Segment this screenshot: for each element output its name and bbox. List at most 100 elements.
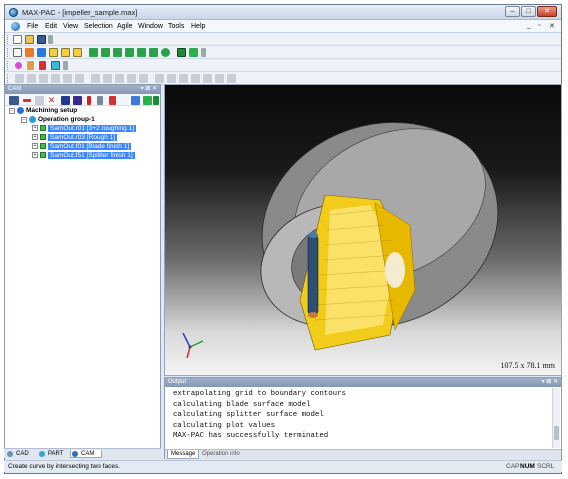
status-bar: Create curve by intersecting two faces. … — [4, 460, 562, 472]
point-icon[interactable] — [15, 62, 22, 69]
new-file-icon[interactable] — [13, 35, 22, 44]
toolbar-overflow-icon[interactable] — [48, 35, 53, 44]
tool-dropdown-icon[interactable] — [9, 96, 19, 105]
disabled-tool-icon[interactable] — [227, 74, 236, 83]
remove-icon[interactable] — [23, 99, 31, 102]
collapse-icon[interactable]: − — [9, 107, 15, 114]
tab-operation-info[interactable]: Operation info — [199, 450, 243, 459]
menu-selection[interactable]: Selection — [84, 23, 113, 30]
panel-controls[interactable]: ▾ ⊠ ✕ — [141, 85, 157, 94]
cam-panel: CAM ▾ ⊠ ✕ ✕ − Machining setup − Operation … — [4, 84, 161, 458]
tree-node-operation-group[interactable]: − Operation group-1 — [21, 116, 95, 124]
disabled-tool-icon[interactable] — [103, 74, 112, 83]
close-button[interactable]: ✕ — [537, 6, 557, 17]
save-icon[interactable] — [37, 35, 46, 44]
disabled-tool-icon[interactable] — [139, 74, 148, 83]
open-folder-icon[interactable] — [25, 35, 34, 44]
mdi-restore-button[interactable]: ▫ — [538, 22, 540, 29]
menu-edit[interactable]: Edit — [45, 23, 57, 30]
expand-icon[interactable]: + — [32, 134, 38, 141]
view-back-icon[interactable] — [101, 48, 110, 57]
toolbar-overflow-icon[interactable] — [63, 61, 68, 70]
title-bar[interactable]: MAX-PAC - [impeller_sample.max] – □ ✕ — [5, 5, 561, 20]
toolbar-overflow-icon[interactable] — [201, 48, 206, 57]
mdi-minimize-button[interactable]: _ — [527, 22, 531, 29]
expand-icon[interactable]: + — [32, 152, 38, 159]
disabled-tool-icon[interactable] — [191, 74, 200, 83]
disabled-tool-icon[interactable] — [15, 74, 24, 83]
surface-icon[interactable] — [51, 61, 60, 70]
menu-file[interactable]: File — [27, 23, 38, 30]
pan-icon[interactable] — [37, 48, 46, 57]
maximize-button[interactable]: □ — [521, 6, 536, 17]
disabled-tool-icon[interactable] — [215, 74, 224, 83]
disabled-tool-icon[interactable] — [91, 74, 100, 83]
disabled-tool-icon[interactable] — [179, 74, 188, 83]
tree-node-machining-setup[interactable]: − Machining setup — [9, 107, 77, 115]
tab-message[interactable]: Message — [167, 450, 200, 459]
warning-icon[interactable] — [87, 96, 91, 105]
panel-controls[interactable]: ▾ ⊠ ✕ — [542, 378, 558, 387]
expand-icon[interactable]: + — [32, 143, 38, 150]
tree-node-operation[interactable]: + SamOut.f51 [Splitter finish 1] — [32, 152, 135, 160]
menu-agile[interactable]: Agile — [117, 23, 133, 30]
info-icon[interactable] — [97, 96, 103, 105]
tree-node-operation[interactable]: + SamOut.r03 [Rough 1] — [32, 134, 118, 142]
refresh-icon[interactable] — [143, 96, 152, 105]
tab-part[interactable]: PART — [38, 450, 70, 458]
menu-view[interactable]: View — [63, 23, 78, 30]
generate-icon[interactable] — [153, 96, 159, 105]
zoom-window-icon[interactable] — [49, 48, 58, 57]
view-right-icon[interactable] — [125, 48, 134, 57]
shaded-icon[interactable] — [177, 48, 186, 57]
collapse-icon[interactable]: − — [21, 116, 27, 123]
mdi-close-button[interactable]: ✕ — [549, 22, 555, 30]
disabled-tool-icon[interactable] — [167, 74, 176, 83]
curve-icon[interactable] — [27, 61, 34, 70]
view-iso-icon[interactable] — [161, 48, 170, 57]
select-arrow-icon[interactable] — [13, 48, 22, 57]
block-icon[interactable] — [73, 96, 82, 105]
view-left-icon[interactable] — [113, 48, 122, 57]
zoom-fit-icon[interactable] — [73, 48, 82, 57]
view-front-icon[interactable] — [89, 48, 98, 57]
disabled-tool-icon[interactable] — [203, 74, 212, 83]
menu-tools[interactable]: Tools — [168, 23, 184, 30]
cam-panel-header[interactable]: CAM ▾ ⊠ ✕ — [5, 85, 160, 94]
rotate-icon[interactable] — [25, 48, 34, 57]
output-scrollbar[interactable] — [552, 388, 560, 448]
line-icon[interactable] — [39, 61, 46, 70]
tree-node-operation[interactable]: + SamOut.r01 [3+2 roughing 1] — [32, 125, 137, 133]
document-icon[interactable] — [11, 22, 20, 31]
output-panel-header[interactable]: Output ▾ ⊠ ✕ — [165, 378, 561, 387]
zoom-icon[interactable] — [61, 48, 70, 57]
tree-node-operation[interactable]: + SamOut.f01 [Blade finish 1] — [32, 143, 132, 151]
move-up-icon[interactable] — [109, 96, 116, 105]
edit-icon[interactable] — [35, 96, 44, 105]
delete-icon[interactable]: ✕ — [47, 96, 56, 105]
caps-lock-indicator: CAP — [506, 463, 520, 470]
wireframe-icon[interactable] — [189, 48, 198, 57]
tab-cam[interactable]: CAM — [70, 450, 102, 458]
view-top-icon[interactable] — [137, 48, 146, 57]
disabled-tool-icon[interactable] — [127, 74, 136, 83]
tab-cad[interactable]: CAD — [6, 450, 38, 458]
disabled-tool-icon[interactable] — [155, 74, 164, 83]
minimize-button[interactable]: – — [505, 6, 520, 17]
disabled-tool-icon[interactable] — [75, 74, 84, 83]
menu-window[interactable]: Window — [138, 23, 163, 30]
disabled-tool-icon[interactable] — [39, 74, 48, 83]
app-logo-icon[interactable] — [9, 8, 18, 17]
menu-help[interactable]: Help — [191, 23, 205, 30]
disabled-tool-icon[interactable] — [115, 74, 124, 83]
disabled-tool-icon[interactable] — [63, 74, 72, 83]
scrollbar-thumb[interactable] — [554, 426, 559, 440]
3d-viewport[interactable]: 107.5 x 78.1 mm — [164, 84, 562, 376]
stop-icon[interactable] — [61, 96, 70, 105]
view-bottom-icon[interactable] — [149, 48, 158, 57]
disabled-tool-icon[interactable] — [27, 74, 36, 83]
menu-bar: File Edit View Selection Agile Window To… — [5, 20, 561, 33]
expand-icon[interactable]: + — [32, 125, 38, 132]
simulate-icon[interactable] — [131, 96, 140, 105]
disabled-tool-icon[interactable] — [51, 74, 60, 83]
